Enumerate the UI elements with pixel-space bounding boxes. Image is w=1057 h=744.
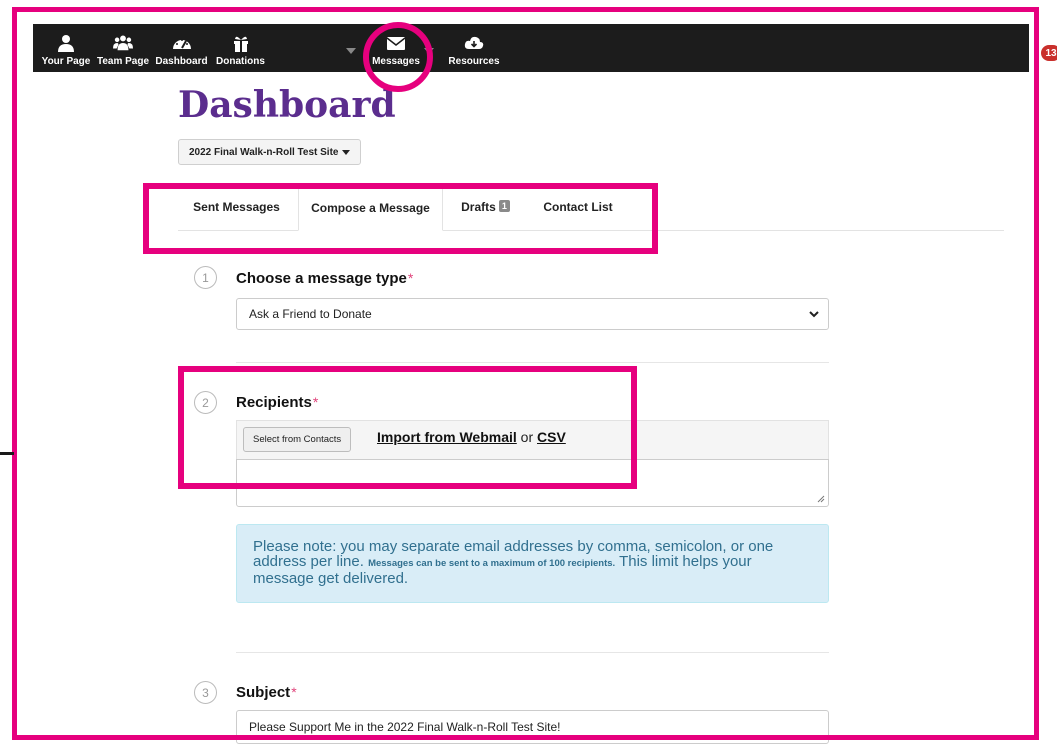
nav-label: Resources bbox=[448, 56, 500, 67]
select-from-contacts-button[interactable]: Select from Contacts bbox=[243, 427, 352, 452]
gift-icon bbox=[233, 36, 248, 52]
step-title-text: Subject bbox=[236, 684, 291, 701]
step-title-message-type: Choose a message type* bbox=[236, 270, 413, 287]
step-number: 2 bbox=[194, 391, 217, 414]
step-number: 3 bbox=[194, 681, 217, 704]
tab-compose-message[interactable]: Compose a Message bbox=[298, 186, 443, 231]
step-title-recipients: Recipients* bbox=[236, 394, 318, 411]
tab-label: Sent Messages bbox=[193, 200, 280, 214]
nav-your-page[interactable]: Your Page bbox=[39, 24, 93, 72]
tab-drafts[interactable]: Drafts 1 bbox=[449, 186, 522, 231]
envelope-icon bbox=[386, 37, 406, 50]
drafts-count-badge: 1 bbox=[498, 200, 510, 212]
message-type-select[interactable]: Ask a Friend to Donate bbox=[236, 298, 829, 330]
nav-dashboard[interactable]: Dashboard bbox=[153, 24, 210, 72]
page-title: Dashboard bbox=[178, 84, 396, 126]
resize-grip-icon[interactable] bbox=[817, 495, 825, 503]
dashboard-gauge-icon bbox=[172, 39, 191, 49]
site-selector-button[interactable]: 2022 Final Walk-n-Roll Test Site bbox=[178, 139, 362, 165]
section-divider bbox=[236, 652, 829, 653]
step-title-text: Recipients bbox=[236, 394, 312, 411]
import-csv-link[interactable]: CSV bbox=[537, 429, 566, 445]
cloud-download-icon bbox=[464, 36, 484, 49]
subject-input[interactable]: Please Support Me in the 2022 Final Walk… bbox=[236, 710, 829, 744]
recipients-textarea[interactable] bbox=[236, 459, 829, 507]
tab-label: Contact List bbox=[543, 200, 613, 214]
nav-label: Donations bbox=[216, 56, 265, 67]
nav-donations[interactable]: Donations bbox=[213, 24, 268, 72]
nav-label: Dashboard bbox=[155, 56, 208, 67]
messages-dropdown-caret[interactable] bbox=[424, 48, 434, 54]
top-nav-bar: Your Page Team Page Dashboard Donations … bbox=[33, 24, 1029, 72]
caret-down-icon bbox=[342, 149, 351, 155]
required-marker: * bbox=[407, 270, 414, 286]
user-icon bbox=[58, 35, 74, 52]
nav-label: Team Page bbox=[96, 56, 150, 67]
tab-sent-messages[interactable]: Sent Messages bbox=[179, 186, 294, 231]
site-selector-label: 2022 Final Walk-n-Roll Test Site bbox=[189, 146, 339, 158]
tab-contact-list[interactable]: Contact List bbox=[532, 186, 624, 231]
step-title-subject: Subject* bbox=[236, 684, 297, 701]
team-icon bbox=[113, 35, 133, 51]
nav-label: Your Page bbox=[41, 56, 91, 67]
nav-messages[interactable]: Messages bbox=[367, 24, 425, 72]
chevron-down-icon bbox=[809, 311, 819, 318]
notification-badge[interactable]: 13 bbox=[1041, 45, 1057, 61]
annotation-frame bbox=[12, 7, 1039, 740]
message-type-value: Ask a Friend to Donate bbox=[249, 307, 372, 321]
annotation-tick bbox=[0, 452, 14, 455]
import-options: Import from Webmail or CSV bbox=[377, 429, 566, 445]
nav-resources[interactable]: Resources bbox=[445, 24, 503, 72]
recipients-info-note: Please note: you may separate email addr… bbox=[236, 524, 829, 603]
step-number: 1 bbox=[194, 266, 217, 289]
tab-label: Compose a Message bbox=[311, 201, 430, 215]
step-title-text: Choose a message type bbox=[236, 270, 407, 287]
import-webmail-link[interactable]: Import from Webmail bbox=[377, 429, 517, 445]
required-marker: * bbox=[312, 394, 319, 410]
nav-team-page[interactable]: Team Page bbox=[96, 24, 150, 72]
section-divider bbox=[236, 362, 829, 363]
or-text: or bbox=[520, 429, 534, 445]
tab-label: Drafts bbox=[461, 200, 496, 214]
note-small-text: Messages can be sent to a maximum of 100… bbox=[368, 558, 616, 569]
nav-label: Messages bbox=[372, 56, 420, 67]
donations-dropdown-caret[interactable] bbox=[346, 48, 356, 54]
required-marker: * bbox=[291, 684, 297, 700]
